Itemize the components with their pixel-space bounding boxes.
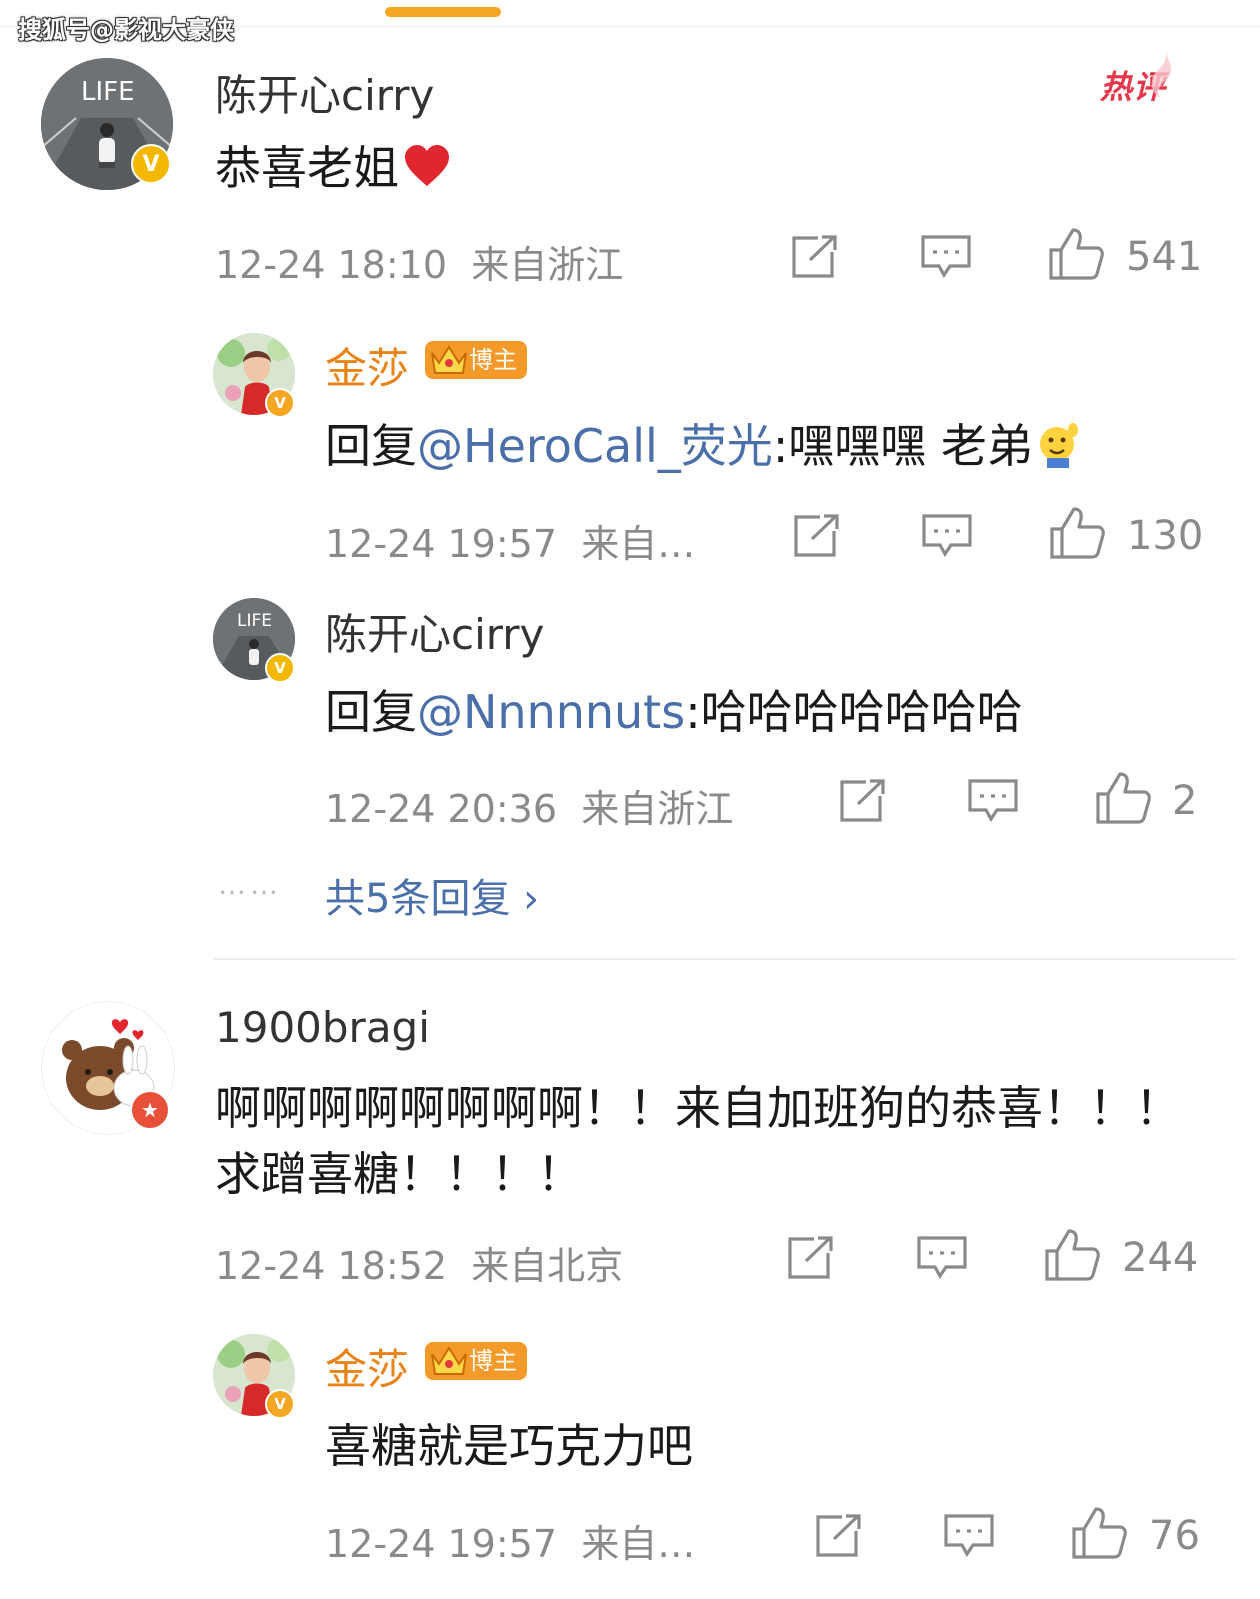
share-icon[interactable] (814, 1513, 864, 1559)
time-text: 12-24 19:57 (325, 1522, 558, 1566)
reply-prefix: 回复 (325, 419, 417, 473)
like-icon[interactable] (1047, 226, 1105, 282)
member-icon: ★ (130, 1090, 170, 1130)
mention-link[interactable]: @HeroCall_荧光 (417, 419, 773, 473)
like-icon[interactable] (1094, 770, 1152, 826)
location-text: 来自北京 (471, 1244, 624, 1288)
comment-username[interactable]: 陈开心cirry (215, 62, 434, 123)
reply-username[interactable]: 陈开心cirry (325, 601, 544, 662)
like-count: 130 (1127, 513, 1204, 559)
location-text: 来自… (581, 522, 696, 566)
comment-icon[interactable] (943, 1513, 995, 1559)
comment-text-line2: 求蹭喜糖！！！！ (215, 1147, 583, 1201)
comment-text: 恭喜老姐 (215, 132, 451, 198)
time-text: 12-24 18:10 (215, 243, 448, 287)
comment-icon[interactable] (920, 234, 972, 280)
verified-icon: V (265, 1389, 295, 1419)
share-icon[interactable] (792, 513, 842, 559)
like-icon[interactable] (1048, 505, 1106, 561)
reply-time: 12-24 20:36 来自浙江 (325, 778, 733, 833)
location-text: 来自浙江 (581, 787, 734, 831)
comment-text-line1: 啊啊啊啊啊啊啊啊！！来自加班狗的恭喜！！！ (215, 1081, 1181, 1135)
svg-text:LIFE: LIFE (81, 77, 135, 107)
crown-icon (431, 1346, 467, 1375)
reply-username[interactable]: 金莎 (325, 1336, 409, 1397)
location-text: 来自… (581, 1522, 696, 1566)
more-replies-link[interactable]: 共5条回复 › (325, 866, 539, 924)
like-icon[interactable] (1043, 1227, 1101, 1283)
comment-text-content: 恭喜老姐 (215, 141, 399, 195)
reply-username[interactable]: 金莎 (325, 335, 409, 396)
like-count: 541 (1126, 234, 1203, 280)
waving-emoji (1039, 423, 1078, 468)
comment-time: 12-24 18:52 来自北京 (215, 1235, 623, 1290)
comment-icon[interactable] (921, 513, 973, 559)
crown-icon (431, 345, 467, 374)
like-count: 244 (1122, 1235, 1199, 1281)
blogger-badge: 博主 (425, 1342, 527, 1380)
like-icon[interactable] (1070, 1505, 1128, 1561)
blogger-badge-label: 博主 (469, 346, 517, 374)
blogger-badge-label: 博主 (469, 1347, 517, 1375)
svg-text:LIFE: LIFE (237, 611, 272, 631)
reply-text-content: :哈哈哈哈哈哈哈 (685, 685, 1023, 739)
share-icon[interactable] (838, 778, 888, 824)
time-text: 12-24 20:36 (325, 787, 558, 831)
share-icon[interactable] (786, 1235, 836, 1281)
time-text: 12-24 19:57 (325, 522, 558, 566)
location-text: 来自浙江 (471, 243, 624, 287)
blogger-badge: 博主 (425, 341, 527, 379)
reply-text: 喜糖就是巧克力吧 (325, 1419, 693, 1473)
reply-text-content: :嘿嘿嘿 老弟 (772, 419, 1033, 473)
watermark: 搜狐号@影视大豪侠 (18, 16, 234, 44)
comment-time: 12-24 18:10 来自浙江 (215, 234, 623, 289)
divider (213, 958, 1236, 960)
reply-prefix: 回复 (325, 685, 417, 739)
verified-icon: V (265, 653, 295, 683)
reply-time: 12-24 19:57 来自… (325, 513, 695, 568)
time-text: 12-24 18:52 (215, 1244, 448, 1288)
hot-flame-icon (1151, 46, 1172, 98)
verified-icon: V (131, 144, 171, 184)
verified-icon: V (265, 388, 295, 418)
like-count: 2 (1172, 778, 1198, 824)
mention-link[interactable]: @Nnnnnuts (417, 685, 685, 739)
share-icon[interactable] (790, 234, 840, 280)
comment-username[interactable]: 1900bragi (215, 1003, 430, 1052)
more-dots: …… (218, 868, 282, 901)
comment-icon[interactable] (967, 778, 1019, 824)
heart-emoji (405, 145, 449, 186)
reply-text: 回复@HeroCall_荧光:嘿嘿嘿 老弟 (325, 410, 1081, 476)
like-count: 76 (1149, 1513, 1200, 1559)
comment-icon[interactable] (916, 1235, 968, 1281)
reply-text: 回复@Nnnnnuts:哈哈哈哈哈哈哈 (325, 676, 1023, 742)
drag-handle[interactable] (385, 7, 501, 17)
reply-time: 12-24 19:57 来自… (325, 1513, 695, 1568)
